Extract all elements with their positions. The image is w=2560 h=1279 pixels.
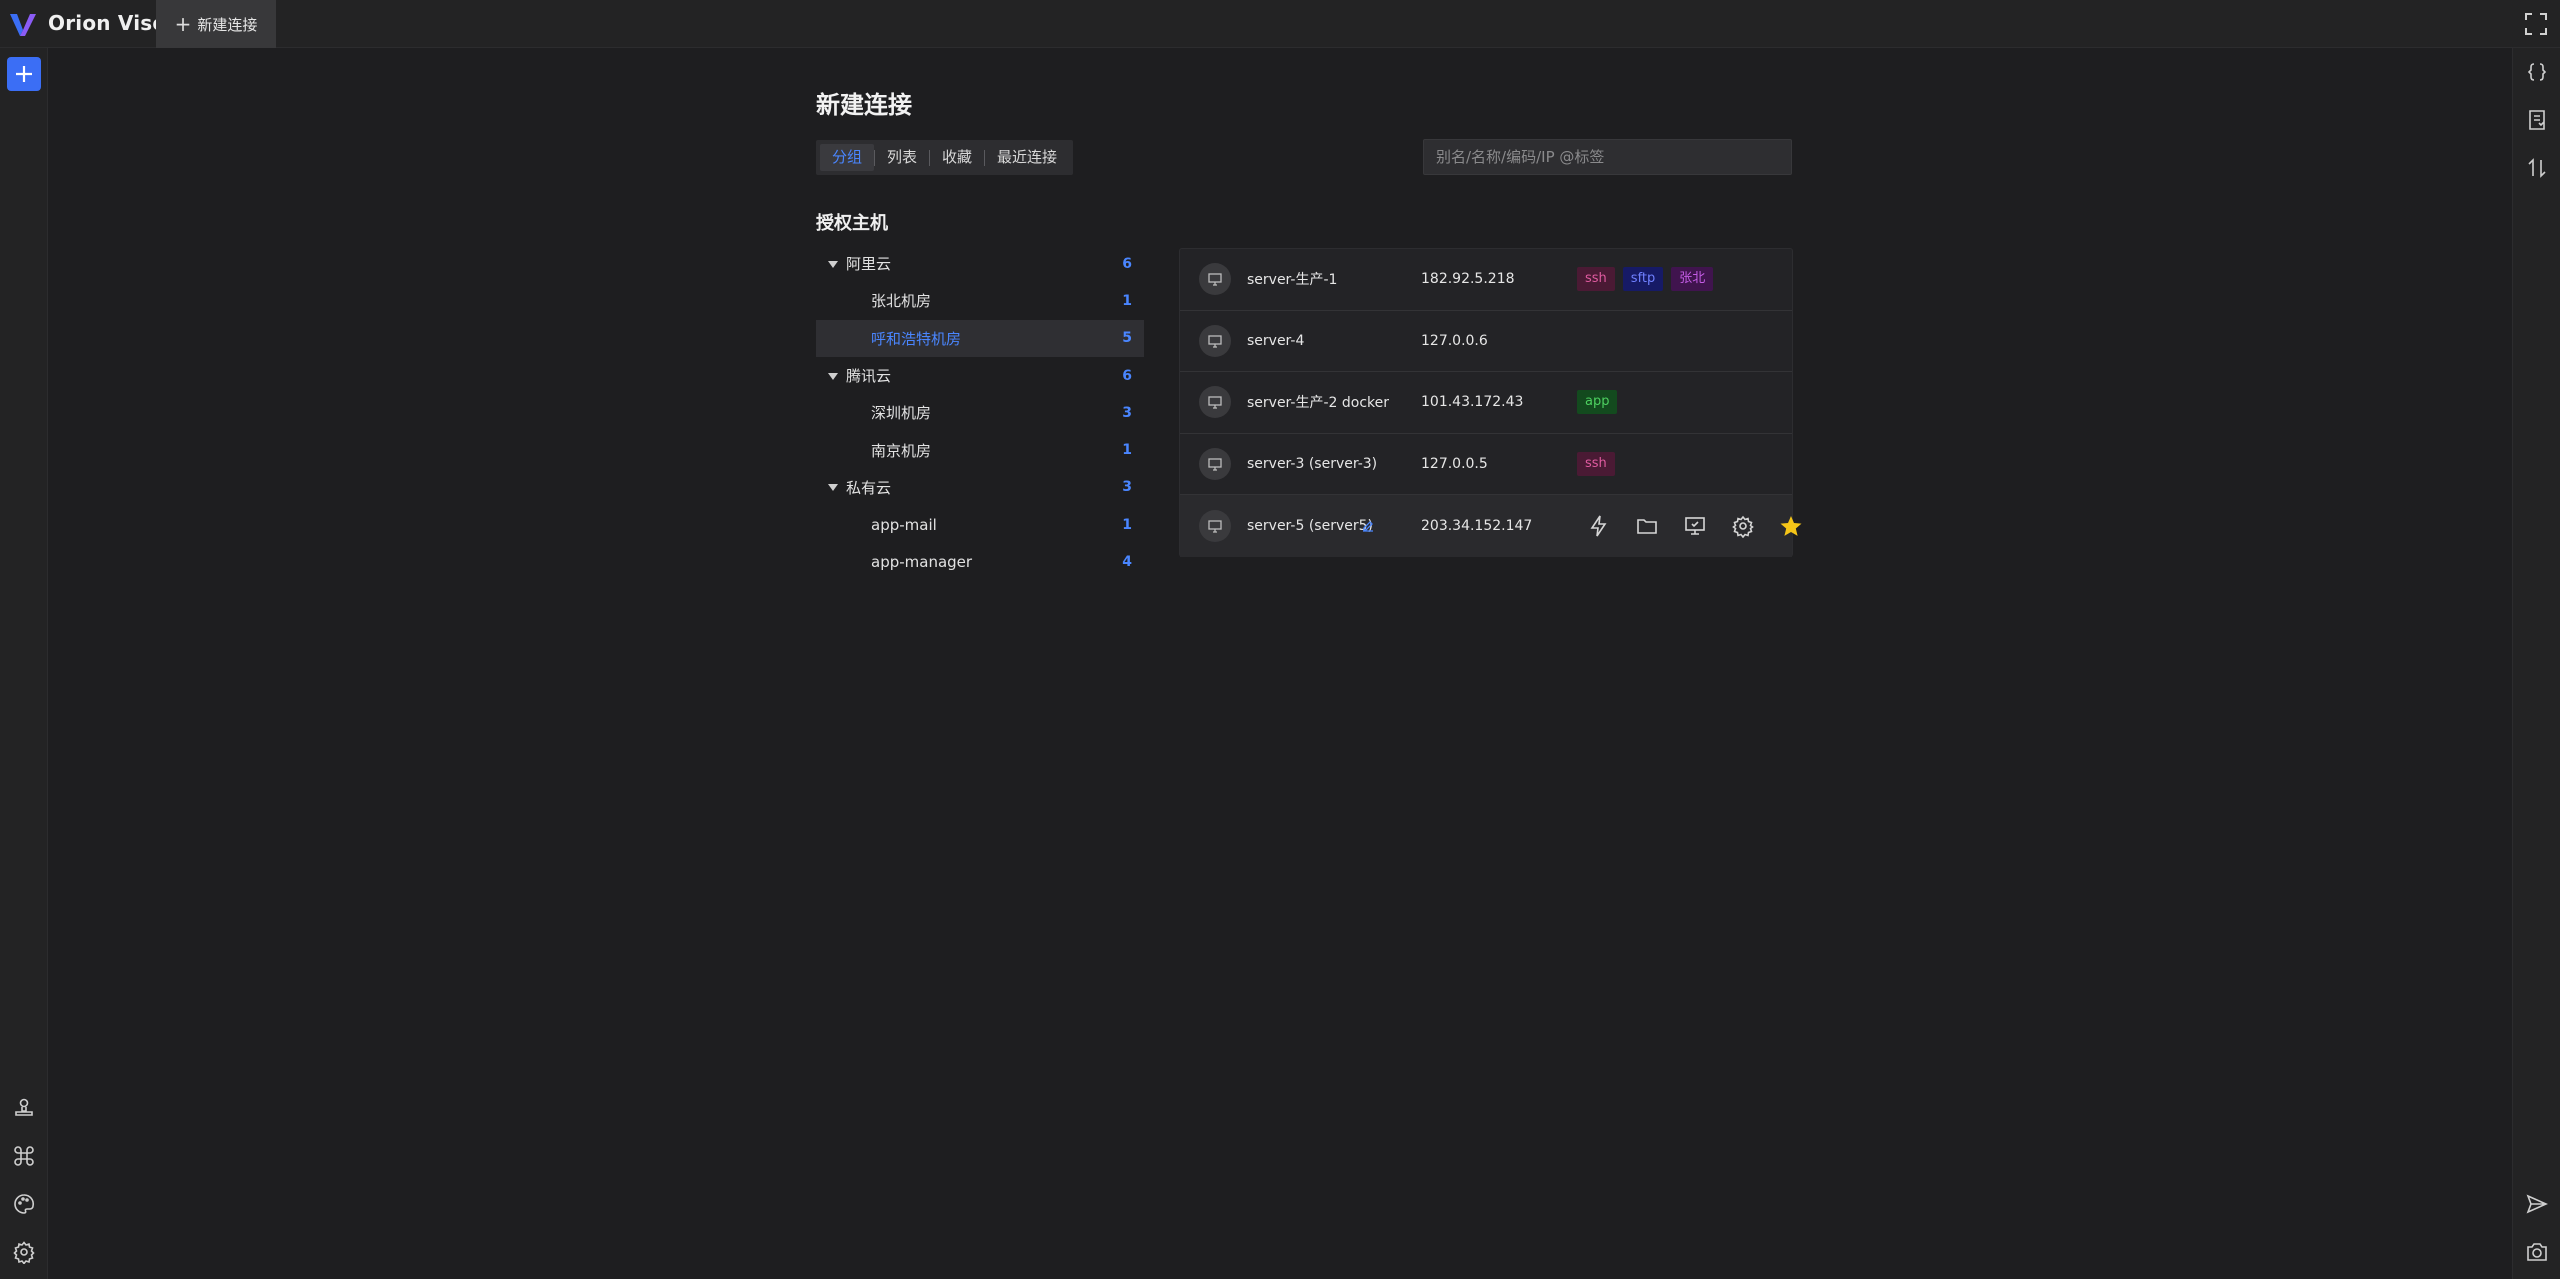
screenshot-icon[interactable] bbox=[2525, 1240, 2549, 1264]
tag-badge: ssh bbox=[1577, 267, 1615, 292]
monitor-icon bbox=[1199, 324, 1231, 357]
tree-item-nanjing[interactable]: 南京机房 1 bbox=[816, 431, 1144, 468]
monitor-icon bbox=[1199, 510, 1231, 543]
tree-count: 4 bbox=[1122, 554, 1132, 571]
tab-new-connection[interactable]: + 新建连接 bbox=[156, 0, 276, 48]
host-group-tree: 阿里云 6 张北机房 1 呼和浩特机房 5 腾讯云 6 深圳机房 3 南京机房 … bbox=[816, 245, 1144, 581]
tab-list[interactable]: 列表 bbox=[875, 144, 929, 171]
tree-count: 6 bbox=[1122, 367, 1132, 384]
command-icon[interactable] bbox=[12, 1144, 36, 1168]
tree-count: 5 bbox=[1122, 330, 1132, 347]
view-tabs: 分组 列表 收藏 最近连接 bbox=[816, 140, 1074, 175]
orion-logo-icon bbox=[10, 14, 36, 36]
monitor-icon[interactable] bbox=[1683, 514, 1707, 538]
tree-label: 南京机房 bbox=[871, 441, 932, 460]
right-sidebar bbox=[2512, 48, 2560, 1279]
host-ip: 182.92.5.218 bbox=[1421, 271, 1515, 288]
braces-icon[interactable] bbox=[2525, 60, 2549, 84]
tree-label: 张北机房 bbox=[871, 292, 932, 311]
left-sidebar bbox=[0, 48, 48, 1279]
tree-item-hohhot[interactable]: 呼和浩特机房 5 bbox=[816, 319, 1144, 357]
sort-icon[interactable] bbox=[2525, 156, 2549, 180]
tab-group[interactable]: 分组 bbox=[820, 144, 875, 171]
host-list: server-生产-1 182.92.5.218 ssh sftp 张北 ser… bbox=[1179, 248, 1802, 557]
add-icon[interactable] bbox=[7, 57, 41, 91]
palette-icon[interactable] bbox=[12, 1192, 36, 1216]
plus-icon: + bbox=[174, 12, 192, 36]
settings-icon[interactable] bbox=[12, 1240, 36, 1264]
tree-item-app-manager[interactable]: app-manager 4 bbox=[816, 543, 1144, 580]
fullscreen-icon[interactable] bbox=[2522, 10, 2550, 38]
host-tags: app bbox=[1577, 390, 1618, 415]
tree-label: 腾讯云 bbox=[846, 367, 892, 386]
tree-label: 深圳机房 bbox=[871, 404, 932, 423]
tree-label: app-mail bbox=[871, 515, 937, 534]
page-title: 新建连接 bbox=[816, 91, 912, 119]
tree-count: 3 bbox=[1122, 404, 1132, 421]
folder-icon[interactable] bbox=[1635, 514, 1659, 538]
host-name: server-3 (server-3) bbox=[1247, 456, 1378, 473]
lightning-icon[interactable] bbox=[1587, 514, 1611, 538]
tag-badge: ssh bbox=[1577, 452, 1615, 477]
host-tags: ssh bbox=[1577, 452, 1615, 477]
user-icon[interactable] bbox=[12, 1096, 36, 1120]
tree-count: 1 bbox=[1122, 516, 1132, 533]
host-ip: 127.0.0.5 bbox=[1421, 456, 1488, 473]
host-name: server-生产-2 docker bbox=[1247, 395, 1390, 412]
tab-recent[interactable]: 最近连接 bbox=[985, 144, 1069, 171]
host-row[interactable]: server-生产-1 182.92.5.218 ssh sftp 张北 bbox=[1180, 249, 1792, 311]
caret-down-icon[interactable] bbox=[828, 260, 838, 268]
host-name: server-4 bbox=[1247, 332, 1305, 349]
tree-group-aliyun[interactable]: 阿里云 6 bbox=[816, 245, 1144, 282]
settings-icon[interactable] bbox=[1731, 514, 1755, 539]
tab-favorites[interactable]: 收藏 bbox=[930, 144, 984, 171]
tab-label: 新建连接 bbox=[197, 15, 258, 34]
host-actions bbox=[1587, 514, 1803, 539]
search-input[interactable] bbox=[1423, 139, 1792, 175]
main-content: 新建连接 分组 列表 收藏 最近连接 授权主机 阿里云 6 张北机房 1 呼和浩… bbox=[49, 49, 2511, 1279]
tree-label: 呼和浩特机房 bbox=[871, 329, 962, 348]
tree-item-shenzhen[interactable]: 深圳机房 3 bbox=[816, 394, 1144, 431]
tree-item-zhangbei[interactable]: 张北机房 1 bbox=[816, 282, 1144, 319]
bookmark-icon[interactable] bbox=[2525, 108, 2549, 132]
host-name: server-5 (server5) bbox=[1247, 518, 1373, 535]
tree-count: 1 bbox=[1122, 292, 1132, 309]
host-row[interactable]: server-3 (server-3) 127.0.0.5 ssh bbox=[1180, 434, 1792, 496]
tag-badge: app bbox=[1577, 390, 1618, 415]
edit-icon[interactable] bbox=[1361, 519, 1375, 533]
monitor-icon bbox=[1199, 263, 1231, 296]
tag-badge: 张北 bbox=[1671, 267, 1714, 292]
star-icon[interactable] bbox=[1779, 514, 1803, 538]
top-bar: Orion Visor + 新建连接 bbox=[0, 0, 2560, 48]
host-row[interactable]: server-5 (server5) 203.34.152.147 bbox=[1180, 495, 1802, 557]
host-row[interactable]: server-4 127.0.0.6 bbox=[1180, 311, 1792, 373]
monitor-icon bbox=[1199, 386, 1231, 419]
tree-label: app-manager bbox=[871, 553, 973, 572]
tree-label: 私有云 bbox=[846, 478, 892, 497]
host-row[interactable]: server-生产-2 docker 101.43.172.43 app bbox=[1180, 372, 1792, 434]
host-name: server-生产-1 bbox=[1247, 272, 1338, 289]
tree-count: 6 bbox=[1122, 255, 1132, 272]
host-ip: 101.43.172.43 bbox=[1421, 394, 1524, 411]
section-title: 授权主机 bbox=[816, 213, 888, 234]
tree-group-tencent[interactable]: 腾讯云 6 bbox=[816, 357, 1144, 394]
host-ip: 127.0.0.6 bbox=[1421, 332, 1488, 349]
tree-label: 阿里云 bbox=[846, 255, 892, 274]
host-ip: 203.34.152.147 bbox=[1421, 518, 1533, 535]
tag-badge: sftp bbox=[1622, 267, 1664, 292]
send-icon[interactable] bbox=[2525, 1192, 2549, 1216]
host-tags: ssh sftp 张北 bbox=[1577, 267, 1714, 292]
caret-down-icon[interactable] bbox=[828, 484, 838, 492]
tree-group-private[interactable]: 私有云 3 bbox=[816, 469, 1144, 506]
tree-item-app-mail[interactable]: app-mail 1 bbox=[816, 506, 1144, 543]
monitor-icon bbox=[1199, 448, 1231, 481]
tree-count: 1 bbox=[1122, 442, 1132, 459]
tree-count: 3 bbox=[1122, 479, 1132, 496]
caret-down-icon[interactable] bbox=[828, 372, 838, 380]
